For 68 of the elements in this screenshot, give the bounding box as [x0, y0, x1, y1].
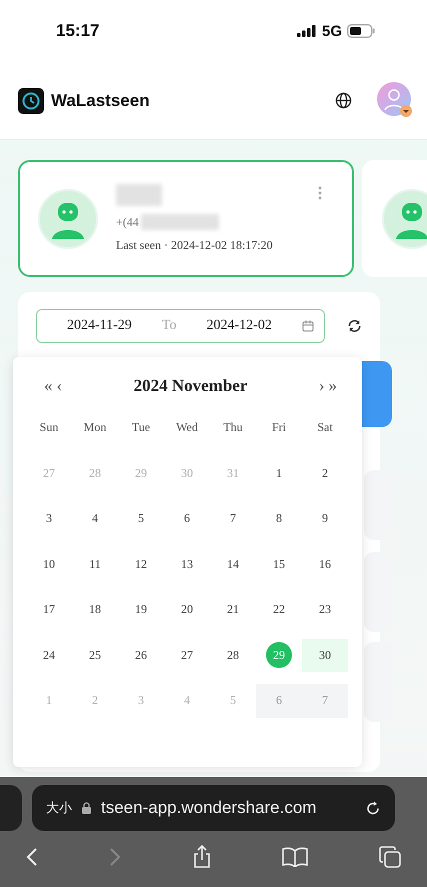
- calendar-day[interactable]: 26: [128, 642, 154, 668]
- person-avatar-icon: [382, 188, 427, 248]
- text-size-button[interactable]: 大小: [46, 799, 72, 817]
- signal-icon: [296, 25, 317, 37]
- address-bar[interactable]: 大小 tseen-app.wondershare.com: [32, 785, 395, 831]
- range-separator: To: [162, 318, 176, 334]
- calendar-day[interactable]: 4: [82, 506, 108, 532]
- calendar-day[interactable]: 1: [266, 460, 292, 486]
- calendar-day[interactable]: 25: [82, 642, 108, 668]
- calendar-day[interactable]: 18: [82, 596, 108, 623]
- calendar-day[interactable]: 20: [174, 596, 200, 623]
- calendar-day[interactable]: 17: [36, 596, 62, 623]
- calendar-day[interactable]: 23: [312, 596, 338, 623]
- calendar-day[interactable]: 16: [312, 551, 338, 578]
- url-text: tseen-app.wondershare.com: [101, 798, 318, 818]
- lock-icon: [82, 802, 91, 814]
- person-avatar-icon: [38, 188, 98, 248]
- calendar-day[interactable]: 14: [220, 551, 246, 578]
- last-seen-text: Last seen · 2024-12-02 18:17:20: [116, 238, 273, 253]
- date-range-field[interactable]: 2024-11-29 To 2024-12-02: [36, 309, 325, 343]
- previous-year-button[interactable]: «: [42, 376, 54, 396]
- calendar-day[interactable]: 28: [220, 642, 246, 668]
- back-icon[interactable]: [26, 847, 38, 867]
- globe-icon[interactable]: [335, 92, 352, 109]
- calendar-day[interactable]: 22: [266, 596, 292, 623]
- logo-icon: [18, 88, 44, 114]
- calendar-day[interactable]: 9: [312, 506, 338, 532]
- calendar-day[interactable]: 3: [36, 506, 62, 532]
- share-icon[interactable]: [192, 845, 212, 869]
- book-icon[interactable]: [282, 847, 308, 867]
- calendar-day[interactable]: 15: [266, 551, 292, 578]
- next-month-button[interactable]: ›: [316, 376, 326, 396]
- calendar-day[interactable]: 12: [128, 551, 154, 578]
- weekday-label: Mon: [82, 419, 108, 436]
- battery-icon: [347, 24, 375, 38]
- contact-card[interactable]: +(44 Last seen · 2024-12-02 18:17:20: [18, 160, 354, 277]
- redacted-block: [116, 184, 162, 206]
- next-year-button[interactable]: »: [326, 376, 339, 396]
- app-name: WaLastseen: [51, 90, 150, 110]
- weekday-label: Sat: [316, 419, 334, 436]
- calendar-day[interactable]: 6: [174, 506, 200, 532]
- network-label: 5G: [322, 22, 342, 40]
- end-date: 2024-12-02: [206, 318, 272, 334]
- calendar-day[interactable]: 2: [312, 460, 338, 486]
- calendar-title: 2024 November: [132, 376, 248, 396]
- refresh-icon[interactable]: [346, 318, 362, 334]
- calendar-day[interactable]: 11: [82, 551, 108, 578]
- calendar-day[interactable]: 21: [220, 596, 246, 623]
- weekday-label: Tue: [130, 419, 152, 436]
- calendar-icon: [302, 320, 314, 332]
- status-time: 15:17: [56, 21, 100, 41]
- calendar-day[interactable]: 13: [174, 551, 200, 578]
- calendar-day[interactable]: 8: [266, 506, 292, 532]
- start-date: 2024-11-29: [67, 318, 132, 334]
- calendar-day[interactable]: 27: [174, 642, 200, 668]
- phone-number: +(44: [116, 214, 139, 230]
- calendar-day[interactable]: 24: [36, 642, 62, 668]
- weekday-label: Wed: [175, 419, 199, 436]
- calendar-day[interactable]: 10: [36, 551, 62, 578]
- calendar-day[interactable]: 7: [220, 506, 246, 532]
- calendar-day[interactable]: 19: [128, 596, 154, 623]
- weekday-label: Thu: [222, 419, 244, 436]
- weekday-label: Sun: [38, 419, 60, 436]
- weekday-label: Fri: [270, 419, 287, 436]
- previous-month-button[interactable]: ‹: [54, 376, 64, 396]
- calendar-day[interactable]: 5: [128, 506, 154, 532]
- reload-icon[interactable]: [365, 800, 381, 816]
- tabs-icon[interactable]: [379, 846, 401, 868]
